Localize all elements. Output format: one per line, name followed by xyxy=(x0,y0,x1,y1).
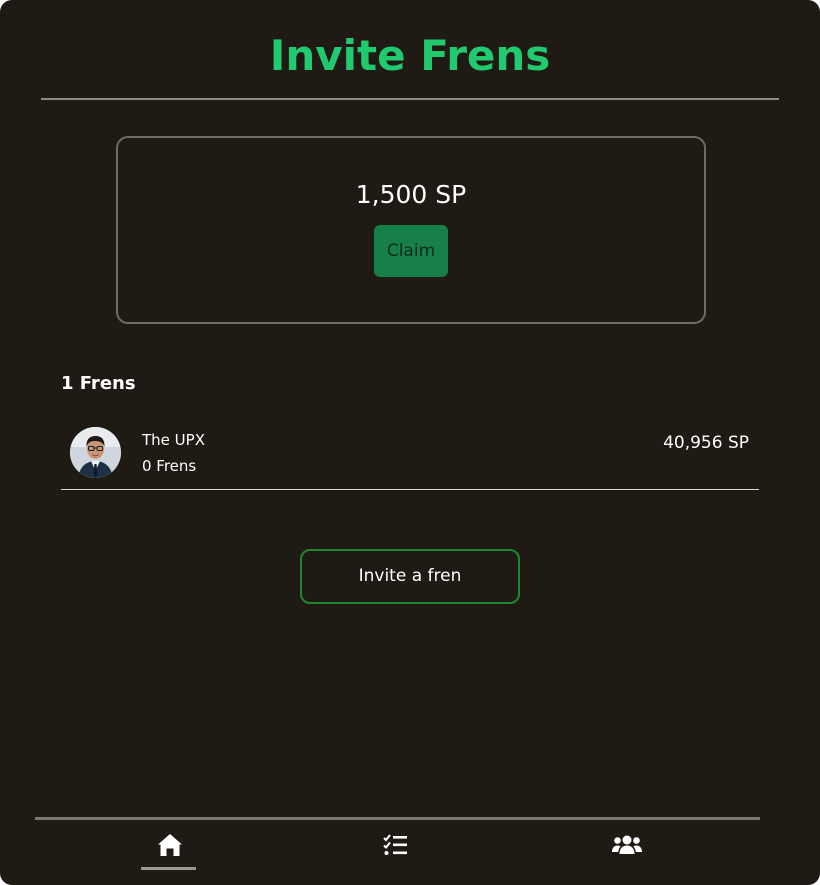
fren-list-item: The UPX 0 Frens 40,956 SP xyxy=(61,418,759,490)
nav-item-home[interactable] xyxy=(129,820,209,870)
fren-points: 40,956 SP xyxy=(663,433,749,453)
bottom-nav xyxy=(35,817,760,885)
home-icon xyxy=(158,834,182,856)
active-tab-indicator xyxy=(141,867,196,870)
invite-a-fren-button[interactable]: Invite a fren xyxy=(300,549,520,604)
invite-frens-screen: Invite Frens 1,500 SP Claim 1 Frens The … xyxy=(0,0,820,885)
friends-icon xyxy=(612,835,642,854)
frens-count: 1 Frens xyxy=(61,373,136,394)
nav-item-friends[interactable] xyxy=(584,820,664,870)
reward-amount: 1,500 SP xyxy=(355,180,467,209)
title-divider xyxy=(41,98,779,100)
tasks-icon xyxy=(383,834,407,855)
fren-subcount: 0 Frens xyxy=(142,457,197,475)
avatar-image xyxy=(70,427,121,478)
nav-item-tasks[interactable] xyxy=(355,820,435,870)
reward-card: 1,500 SP Claim xyxy=(116,136,706,324)
fren-name: The UPX xyxy=(142,431,205,449)
page-title: Invite Frens xyxy=(269,31,551,80)
claim-button[interactable]: Claim xyxy=(374,225,448,277)
avatar xyxy=(70,427,121,478)
